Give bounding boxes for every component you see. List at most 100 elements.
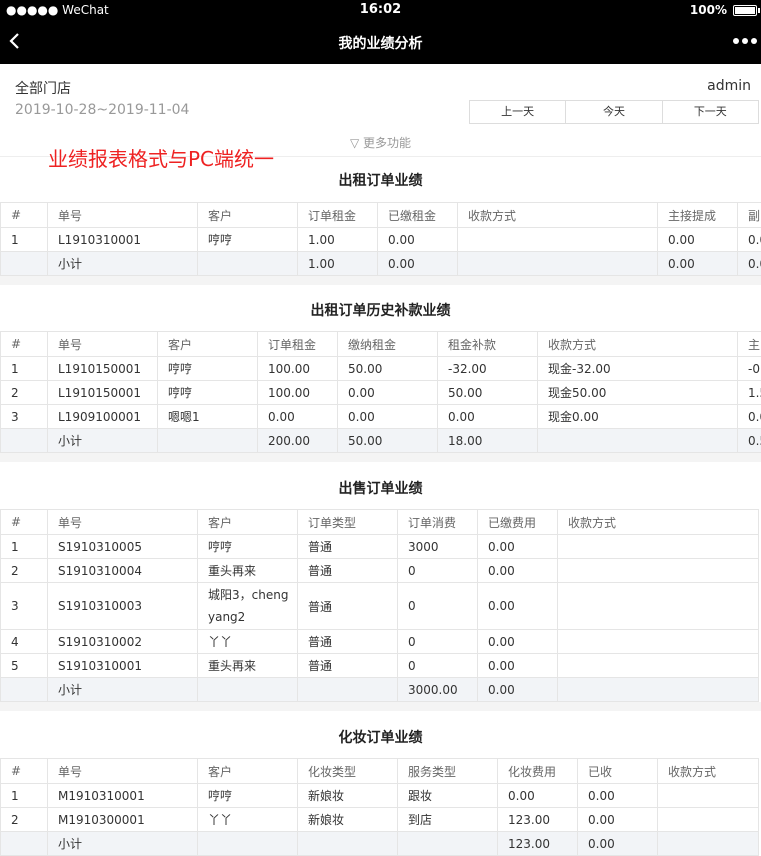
cell: 5 bbox=[1, 654, 48, 678]
next-day-button[interactable]: 下一天 bbox=[663, 101, 758, 123]
cell: 0.00 bbox=[498, 784, 578, 808]
table-row[interactable]: 5S1910310001重头再来普通00.00 bbox=[1, 654, 759, 678]
column-header: 客户 bbox=[198, 759, 298, 784]
today-button[interactable]: 今天 bbox=[566, 101, 662, 123]
cell: 普通 bbox=[298, 630, 398, 654]
cell bbox=[458, 252, 658, 276]
table-row[interactable]: 1S1910310005哼哼普通30000.00 bbox=[1, 535, 759, 559]
column-header: 收款方式 bbox=[458, 203, 658, 228]
cell: 0.00 bbox=[578, 784, 658, 808]
cell: 100.00 bbox=[258, 357, 338, 381]
cell: 200.00 bbox=[258, 429, 338, 453]
section-title-sale: 出售订单业绩 bbox=[0, 478, 761, 498]
cell: 0 bbox=[398, 654, 478, 678]
cell: S1910310002 bbox=[48, 630, 198, 654]
table-row[interactable]: 1L1910150001哼哼100.0050.00-32.00现金-32.00-… bbox=[1, 357, 761, 381]
column-header: 已收 bbox=[578, 759, 658, 784]
rental-orders-table: #单号客户订单租金已缴租金收款方式主接提成副 1L1910310001哼哼1.0… bbox=[0, 202, 761, 276]
cell bbox=[538, 429, 738, 453]
column-header: 收款方式 bbox=[658, 759, 759, 784]
cell: 50.00 bbox=[338, 429, 438, 453]
cell: 0.00 bbox=[478, 583, 558, 630]
column-header: # bbox=[1, 510, 48, 535]
subtotal-row: 小计3000.000.00 bbox=[1, 678, 759, 702]
clock: 16:02 bbox=[0, 2, 761, 17]
cell: 到店 bbox=[398, 808, 498, 832]
table-row[interactable]: 2S1910310004重头再来普通00.00 bbox=[1, 559, 759, 583]
cell: 丫丫 bbox=[198, 630, 298, 654]
cell: 0.00 bbox=[338, 381, 438, 405]
cell: 0.00 bbox=[478, 654, 558, 678]
cell: 新娘妆 bbox=[298, 808, 398, 832]
cell: 0.00 bbox=[658, 252, 738, 276]
cell: 哼哼 bbox=[158, 381, 258, 405]
section-gap bbox=[0, 702, 761, 711]
cell: 1 bbox=[1, 784, 48, 808]
cell: 1.00 bbox=[298, 228, 378, 252]
cell bbox=[558, 654, 759, 678]
column-header: 单号 bbox=[48, 332, 158, 357]
cell: 普通 bbox=[298, 535, 398, 559]
prev-day-button[interactable]: 上一天 bbox=[470, 101, 566, 123]
cell: L1910150001 bbox=[48, 357, 158, 381]
cell: 3000 bbox=[398, 535, 478, 559]
nav-bar: 我的业绩分析 bbox=[0, 20, 761, 64]
cell: 嗯嗯1 bbox=[158, 405, 258, 429]
table-row[interactable]: 2M1910300001丫丫新娘妆到店123.000.00 bbox=[1, 808, 759, 832]
cell: 小计 bbox=[48, 832, 198, 856]
cell: 跟妆 bbox=[398, 784, 498, 808]
cell: 哼哼 bbox=[198, 535, 298, 559]
cell: 0.00 bbox=[478, 678, 558, 702]
column-header: 客户 bbox=[198, 510, 298, 535]
table-row[interactable]: 4S1910310002丫丫普通00.00 bbox=[1, 630, 759, 654]
cell: 0.0 bbox=[738, 228, 761, 252]
makeup-orders-table: #单号客户化妆类型服务类型化妆费用已收收款方式 1M1910310001哼哼新娘… bbox=[0, 758, 759, 856]
column-header: 单号 bbox=[48, 510, 198, 535]
table-header-row: #单号客户订单租金已缴租金收款方式主接提成副 bbox=[1, 203, 761, 228]
table-header-row: #单号客户订单类型订单消费已缴费用收款方式 bbox=[1, 510, 759, 535]
cell bbox=[458, 228, 658, 252]
cell: 小计 bbox=[48, 678, 198, 702]
cell: M1910300001 bbox=[48, 808, 198, 832]
day-switcher: 上一天 今天 下一天 bbox=[469, 100, 759, 124]
cell: 普通 bbox=[298, 559, 398, 583]
cell: 100.00 bbox=[258, 381, 338, 405]
column-header: 订单消费 bbox=[398, 510, 478, 535]
cell: 0.00 bbox=[578, 832, 658, 856]
cell: 1.5 bbox=[738, 381, 761, 405]
store-selector[interactable]: 全部门店 bbox=[15, 78, 71, 98]
table-row[interactable]: 3L1909100001嗯嗯10.000.000.00现金0.000.0 bbox=[1, 405, 761, 429]
table-row[interactable]: 1L1910310001哼哼1.000.000.000.0 bbox=[1, 228, 761, 252]
section-gap bbox=[0, 453, 761, 462]
cell bbox=[298, 678, 398, 702]
table-row[interactable]: 2L1910150001哼哼100.000.0050.00现金50.001.5 bbox=[1, 381, 761, 405]
cell: 4 bbox=[1, 630, 48, 654]
column-header: 化妆类型 bbox=[298, 759, 398, 784]
column-header: 订单类型 bbox=[298, 510, 398, 535]
cell: 0.0 bbox=[738, 405, 761, 429]
cell: 18.00 bbox=[438, 429, 538, 453]
table-row[interactable]: 3S1910310003城阳3，cheng yang2普通00.00 bbox=[1, 583, 759, 630]
cell: 0 bbox=[398, 559, 478, 583]
cell: 0.00 bbox=[258, 405, 338, 429]
cell: 1 bbox=[1, 228, 48, 252]
annotation-text: 业绩报表格式与PC端统一 bbox=[48, 143, 274, 172]
cell: L1910150001 bbox=[48, 381, 158, 405]
cell bbox=[198, 678, 298, 702]
cell bbox=[558, 630, 759, 654]
date-range[interactable]: 2019-10-28~2019-11-04 bbox=[15, 102, 189, 118]
column-header: 收款方式 bbox=[558, 510, 759, 535]
column-header: 缴纳租金 bbox=[338, 332, 438, 357]
column-header: 化妆费用 bbox=[498, 759, 578, 784]
cell: L1909100001 bbox=[48, 405, 158, 429]
table-row[interactable]: 1M1910310001哼哼新娘妆跟妆0.000.00 bbox=[1, 784, 759, 808]
cell: 小计 bbox=[48, 252, 198, 276]
cell: 现金-32.00 bbox=[538, 357, 738, 381]
more-dots-icon[interactable] bbox=[733, 36, 757, 46]
column-header: 单号 bbox=[48, 203, 198, 228]
cell: 城阳3，cheng yang2 bbox=[198, 583, 298, 630]
column-header: 收款方式 bbox=[538, 332, 738, 357]
cell: 50.00 bbox=[338, 357, 438, 381]
cell: 新娘妆 bbox=[298, 784, 398, 808]
cell bbox=[658, 832, 759, 856]
